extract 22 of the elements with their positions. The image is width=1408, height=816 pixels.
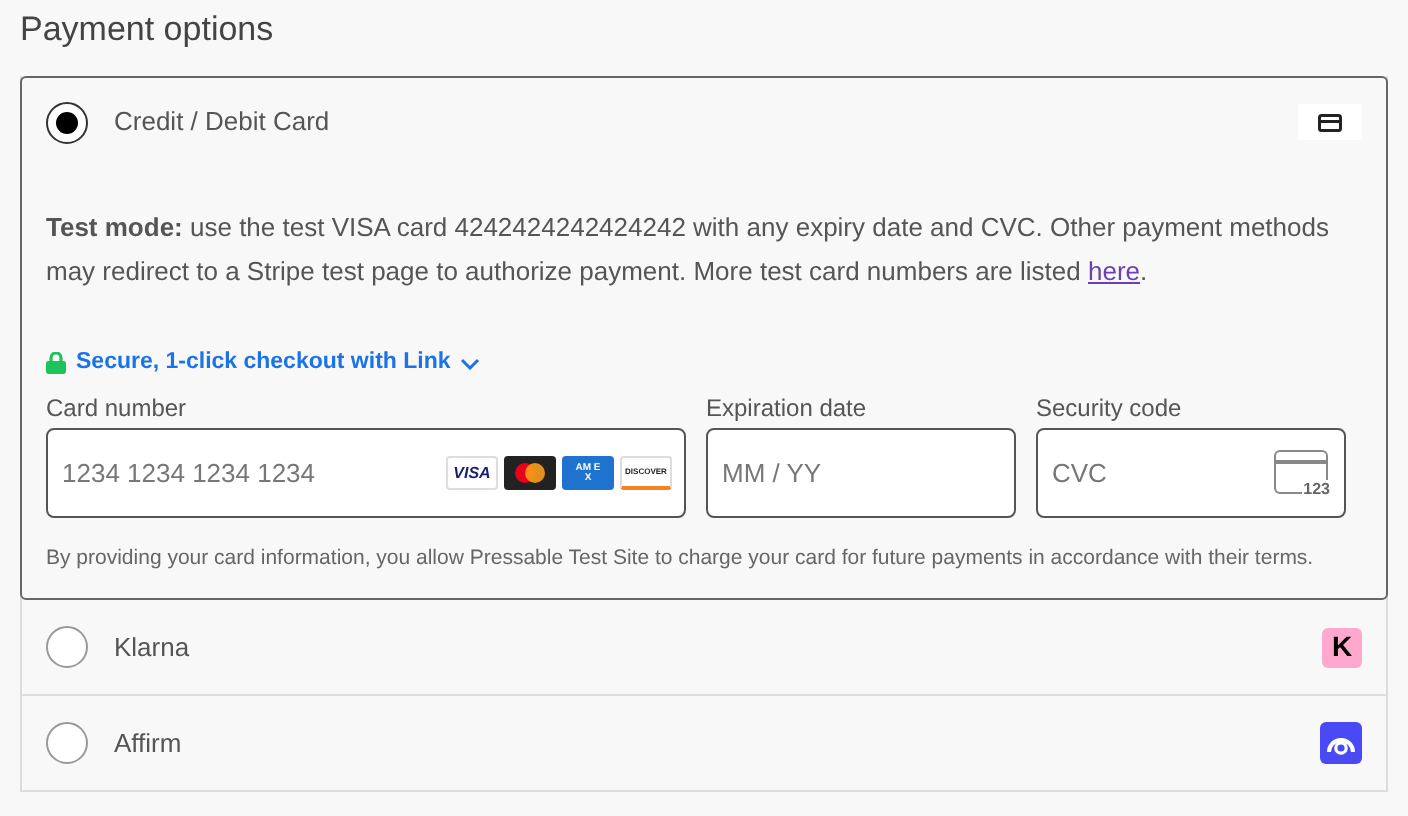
lock-icon <box>46 352 66 375</box>
field-label: Expiration date <box>706 392 869 427</box>
method-label[interactable]: Credit / Debit Card <box>114 102 1298 142</box>
method-label[interactable]: Klarna <box>114 628 1322 667</box>
field-label: Security code <box>1036 392 1184 427</box>
method-label[interactable]: Affirm <box>114 724 1320 763</box>
klarna-logo: K <box>1322 627 1362 668</box>
section-heading: Payment options <box>20 8 276 52</box>
radio-button[interactable] <box>46 626 88 669</box>
terms-text: By providing your card information, you allow Pressable Test Site to charge your card for future payments in accordance with their terms. <box>46 544 1316 575</box>
mastercard-logo <box>504 456 556 491</box>
field-label: Card number <box>46 392 189 427</box>
radio-button[interactable] <box>46 101 88 143</box>
input-field[interactable]: MM / YY <box>706 428 1016 519</box>
here-link[interactable]: here <box>1087 256 1141 286</box>
visa-logo: VISA <box>446 456 498 491</box>
card-icon <box>1298 104 1362 140</box>
affirm-logo <box>1320 722 1362 765</box>
test-mode-notice: Test mode: use the test VISA card 4242424242424242 with any expiry date and CVC. Other payment methods may redirect to a Stripe test page to authorize payment. More test card numbers are listed here. <box>46 210 1331 290</box>
radio-button[interactable] <box>46 722 88 765</box>
link-checkout-toggle[interactable]: Secure, 1-click checkout with Link <box>46 346 481 381</box>
chevron-down-icon <box>460 357 481 370</box>
